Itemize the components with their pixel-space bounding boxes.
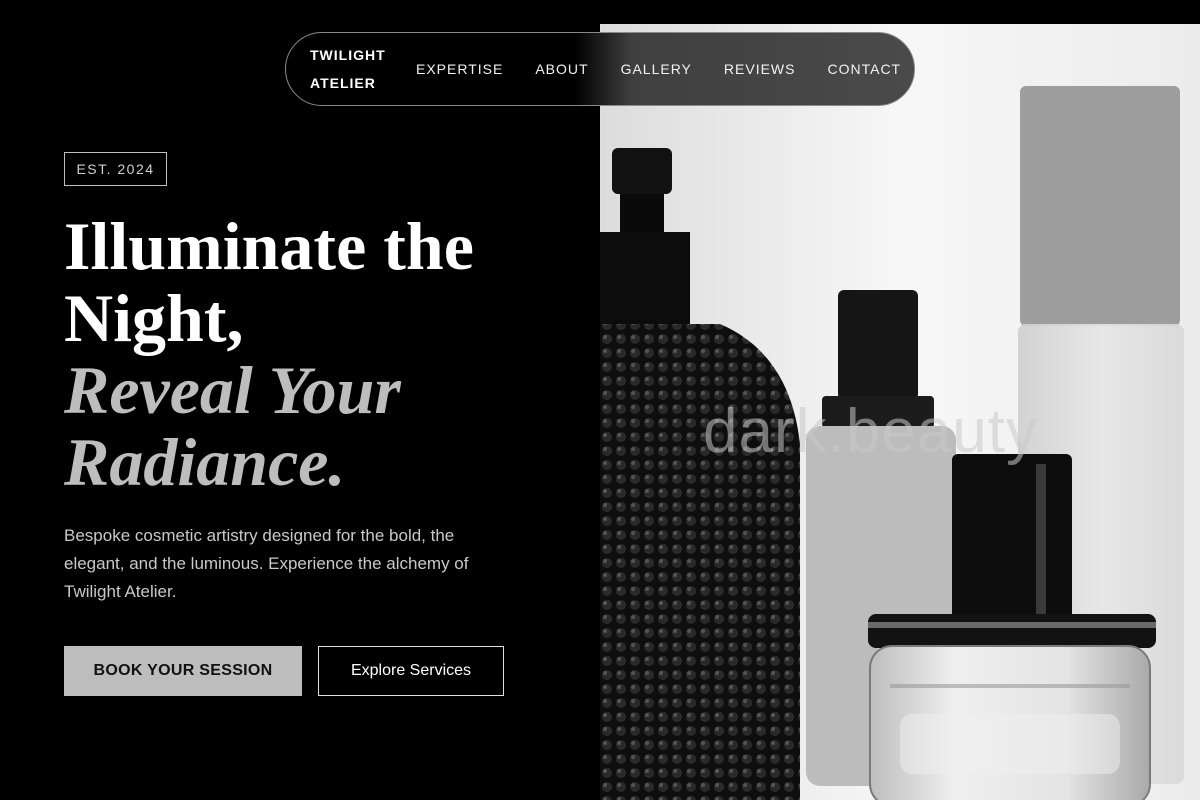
headline-line-3: Reveal Your bbox=[64, 352, 401, 428]
headline-line-2: Night, bbox=[64, 280, 244, 356]
image-watermark: dark.beauty bbox=[703, 397, 1038, 466]
nav-link-about[interactable]: ABOUT bbox=[535, 61, 588, 77]
main-navigation: TWILIGHT ATELIER EXPERTISE ABOUT GALLERY… bbox=[285, 32, 915, 106]
brand-name-line2: ATELIER bbox=[310, 75, 376, 91]
headline-line-1: Illuminate the bbox=[64, 208, 474, 284]
nav-link-expertise[interactable]: EXPERTISE bbox=[416, 61, 503, 77]
nav-link-contact[interactable]: CONTACT bbox=[827, 61, 901, 77]
brand-logo[interactable]: TWILIGHT ATELIER bbox=[310, 41, 394, 97]
book-session-button[interactable]: BOOK YOUR SESSION bbox=[64, 646, 302, 696]
nav-link-gallery[interactable]: GALLERY bbox=[621, 61, 692, 77]
brand-name-line1: TWILIGHT bbox=[310, 47, 386, 63]
hero-headline: Illuminate the Night, Reveal Your Radian… bbox=[64, 210, 584, 498]
hero-product-image: dark.beauty bbox=[600, 24, 1200, 800]
hero-description: Bespoke cosmetic artistry designed for t… bbox=[64, 526, 469, 601]
headline-line-4: Radiance. bbox=[64, 424, 346, 500]
nav-links: EXPERTISE ABOUT GALLERY REVIEWS CONTACT bbox=[416, 61, 901, 77]
nav-link-reviews[interactable]: REVIEWS bbox=[724, 61, 796, 77]
established-badge: EST. 2024 bbox=[64, 152, 167, 186]
explore-services-button[interactable]: Explore Services bbox=[318, 646, 504, 696]
